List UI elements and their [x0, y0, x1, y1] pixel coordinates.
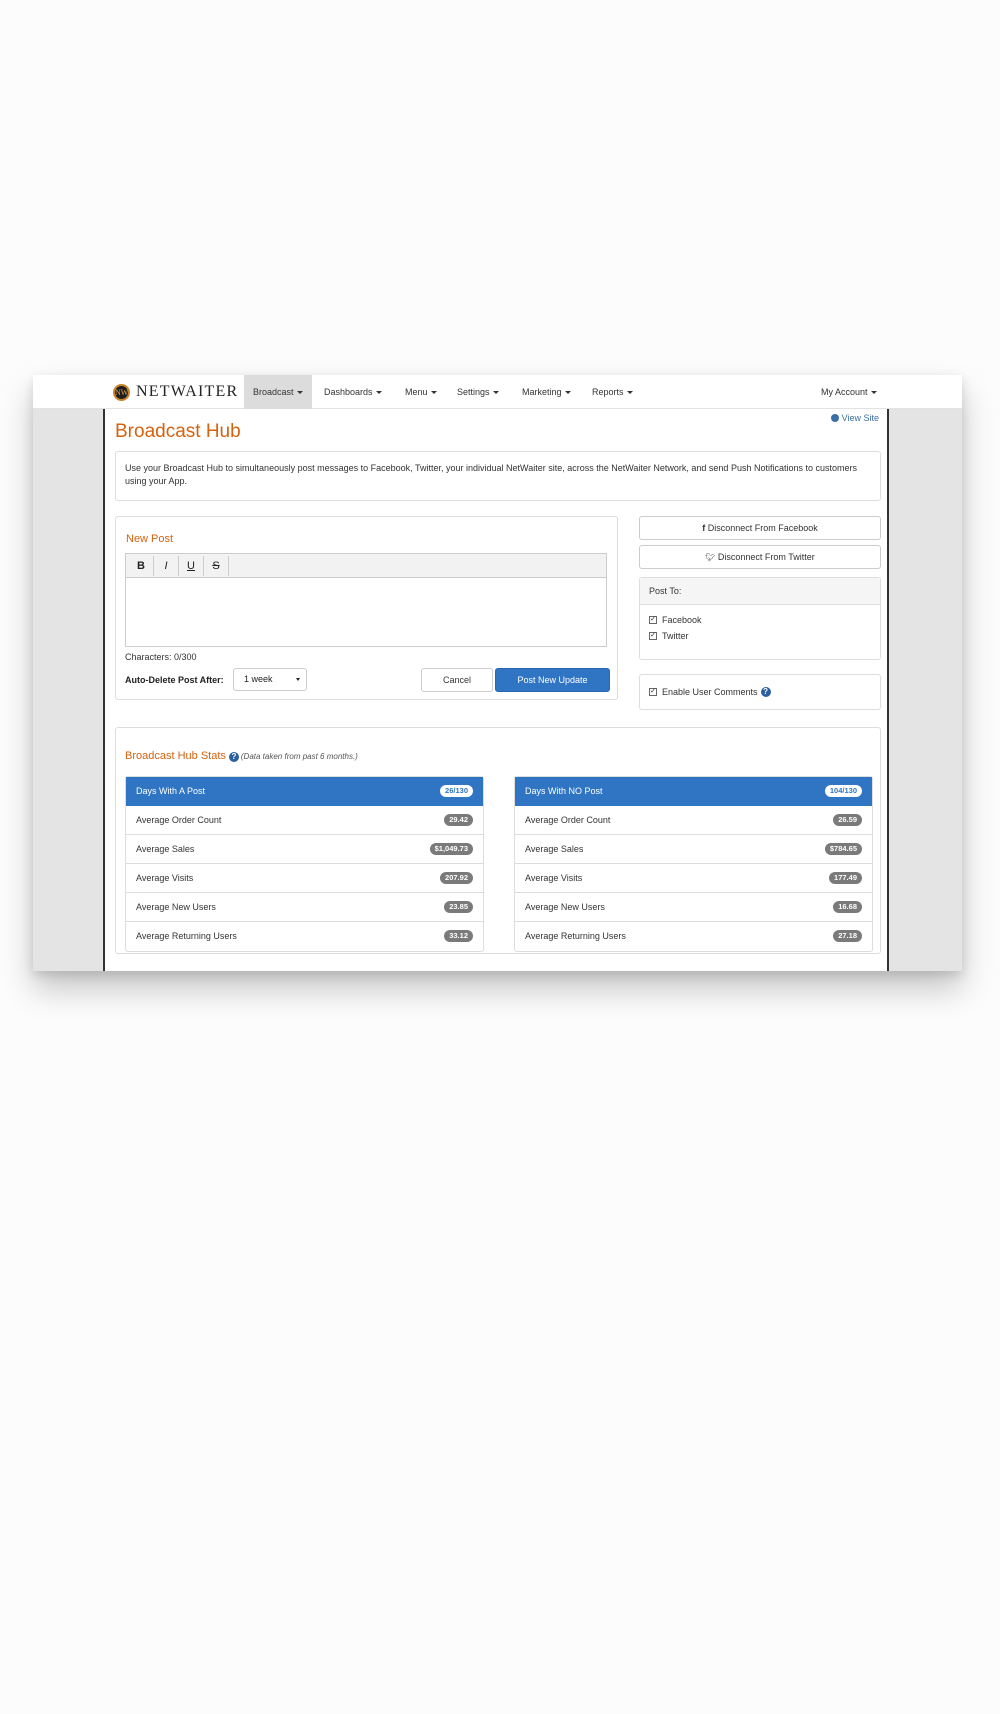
caret-down-icon [296, 391, 303, 395]
value-badge: 23.85 [444, 901, 473, 913]
new-post-title: New Post [126, 533, 174, 545]
checkbox-checked-icon[interactable]: ✓ [649, 616, 657, 624]
stats-panel: Broadcast Hub Stats? (Data taken from pas… [115, 727, 881, 954]
value-badge: 33.12 [444, 930, 473, 942]
nav-menu[interactable]: Menu [396, 375, 446, 409]
stats-note: (Data taken from past 6 months.) [240, 752, 358, 761]
value-badge: 207.92 [440, 872, 473, 884]
list-item: Average Sales $1,049.73 [126, 835, 483, 864]
value-badge: 16.68 [833, 901, 862, 913]
nav-reports[interactable]: Reports [583, 375, 642, 409]
cancel-button[interactable]: Cancel [421, 668, 493, 692]
nav-broadcast[interactable]: Broadcast [244, 375, 312, 409]
nav-dashboards[interactable]: Dashboards [315, 375, 391, 409]
value-badge: $1,049.73 [429, 843, 473, 855]
caret-down-icon [375, 391, 382, 395]
editor-toolbar: B I U S [126, 554, 606, 578]
bold-button[interactable]: B [129, 556, 154, 576]
strikethrough-button[interactable]: S [204, 556, 229, 576]
help-icon[interactable]: ? [228, 752, 239, 762]
post-editor[interactable]: B I U S [125, 553, 607, 647]
post-new-update-button[interactable]: Post New Update [495, 668, 610, 692]
count-badge: 26/130 [440, 785, 473, 797]
post-to-twitter[interactable]: ✓ Twitter [649, 631, 689, 641]
top-navbar: NW NETWAITER Broadcast Dashboards Menu S… [33, 375, 962, 409]
value-badge: 29.42 [444, 814, 473, 826]
caret-down-icon [626, 391, 633, 395]
auto-delete-label: Auto-Delete Post After: [125, 675, 224, 685]
caret-down-icon [430, 391, 437, 395]
list-header: Days With A Post 26/130 [126, 777, 483, 806]
disconnect-facebook-button[interactable]: f Disconnect From Facebook [639, 516, 881, 540]
caret-down-icon [870, 391, 877, 395]
intro-panel: Use your Broadcast Hub to simultaneously… [115, 451, 881, 501]
list-item: Average Returning Users 33.12 [126, 922, 483, 951]
underline-button[interactable]: U [179, 556, 204, 576]
view-site-link[interactable]: View Site [830, 413, 879, 423]
checkbox-checked-icon[interactable]: ✓ [649, 632, 657, 640]
list-item: Average Order Count 29.42 [126, 806, 483, 835]
list-item: Average Visits 177.49 [515, 864, 872, 893]
value-badge: $784.65 [824, 843, 862, 855]
list-item: Average Visits 207.92 [126, 864, 483, 893]
stats-title: Broadcast Hub Stats? (Data taken from pas… [125, 750, 358, 762]
help-icon[interactable]: ? [760, 687, 771, 697]
brand-name: NETWAITER [136, 383, 239, 400]
list-item: Average Sales $784.65 [515, 835, 872, 864]
select-arrow-icon [296, 678, 300, 681]
app-screenshot: NW NETWAITER Broadcast Dashboards Menu S… [33, 375, 962, 971]
value-badge: 27.18 [833, 930, 862, 942]
list-item: Average Order Count 26.59 [515, 806, 872, 835]
globe-icon [830, 414, 839, 422]
value-badge: 177.49 [829, 872, 862, 884]
list-item: Average Returning Users 27.18 [515, 922, 872, 951]
list-header: Days With NO Post 104/130 [515, 777, 872, 806]
post-to-label: Post To: [640, 578, 880, 605]
auto-delete-select[interactable]: 1 week [233, 668, 307, 691]
twitter-icon: 🐦︎ [705, 553, 716, 562]
brand-logo-icon: NW [113, 383, 130, 401]
post-to-facebook[interactable]: ✓ Facebook [649, 615, 702, 625]
new-post-panel: New Post B I U S Characters: 0/300 Auto-… [115, 516, 618, 700]
list-item: Average New Users 16.68 [515, 893, 872, 922]
days-no-post-list: Days With NO Post 104/130 Average Order C… [514, 776, 873, 952]
italic-button[interactable]: I [154, 556, 179, 576]
nav-settings[interactable]: Settings [448, 375, 508, 409]
enable-user-comments[interactable]: ✓ Enable User Comments? [649, 687, 771, 697]
list-item: Average New Users 23.85 [126, 893, 483, 922]
post-to-panel: Post To: ✓ Facebook ✓ Twitter [639, 577, 881, 660]
caret-down-icon [492, 391, 499, 395]
main-content: View Site Broadcast Hub Use your Broadca… [103, 409, 889, 971]
caret-down-icon [564, 391, 571, 395]
nav-marketing[interactable]: Marketing [513, 375, 580, 409]
disconnect-twitter-button[interactable]: 🐦︎ Disconnect From Twitter [639, 545, 881, 569]
value-badge: 26.59 [833, 814, 862, 826]
checkbox-checked-icon[interactable]: ✓ [649, 688, 657, 696]
nav-my-account[interactable]: My Account [812, 375, 886, 409]
character-count: Characters: 0/300 [125, 652, 197, 662]
count-badge: 104/130 [824, 785, 862, 797]
days-with-post-list: Days With A Post 26/130 Average Order Cou… [125, 776, 484, 952]
comments-panel: ✓ Enable User Comments? [639, 674, 881, 710]
brand[interactable]: NW NETWAITER [113, 383, 238, 401]
facebook-icon: f [702, 523, 706, 533]
page-title: Broadcast Hub [115, 421, 241, 442]
